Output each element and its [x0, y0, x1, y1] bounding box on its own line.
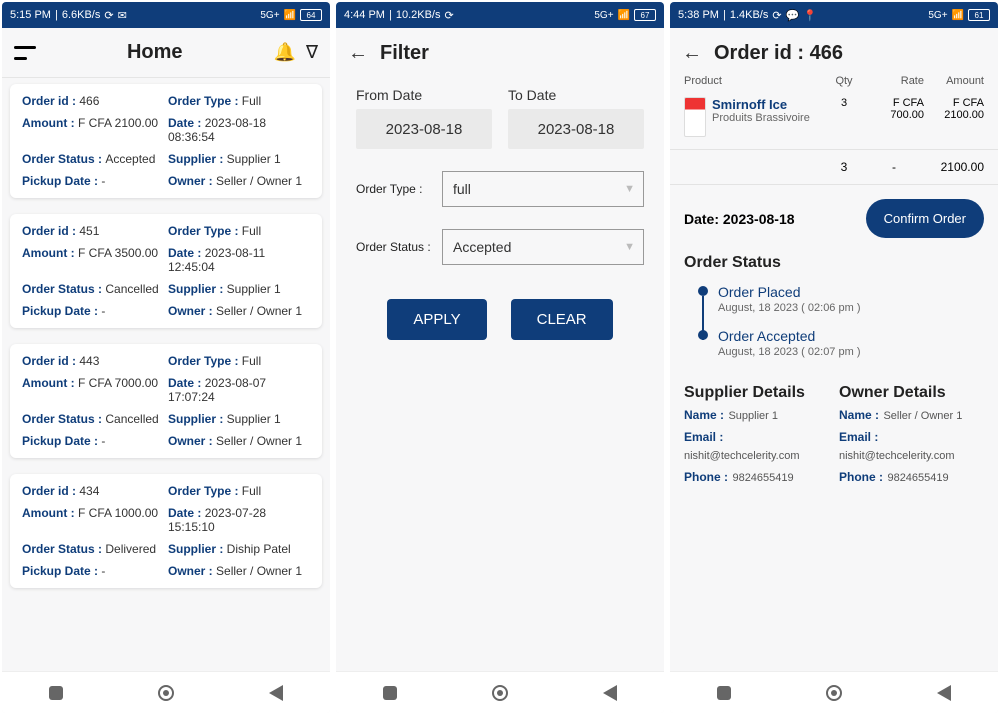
chevron-down-icon: ▼	[624, 183, 635, 195]
page-title: Order id : 466	[714, 42, 843, 65]
chevron-down-icon: ▼	[624, 241, 635, 253]
timeline-item: Order PlacedAugust, 18 2023 ( 02:06 pm )	[698, 280, 984, 324]
status-time: 5:38 PM	[678, 9, 719, 21]
order-date: Date: 2023-08-18	[684, 211, 795, 227]
confirm-order-button[interactable]: Confirm Order	[866, 199, 984, 238]
clear-button[interactable]: CLEAR	[511, 299, 613, 340]
order-card[interactable]: Order id : 451Order Type : FullAmount : …	[10, 214, 322, 328]
detail-screen: 5:38 PM | 1.4KB/s ⟳💬📍 5G+📶 61 ← Order id…	[670, 2, 998, 713]
filter-header: ← Filter	[336, 28, 664, 79]
detail-header: ← Order id : 466	[670, 28, 998, 75]
page-title: Filter	[380, 42, 429, 65]
totals-row: 3 - 2100.00	[670, 150, 998, 185]
battery-icon: 64	[300, 9, 322, 21]
battery-icon: 61	[968, 9, 990, 21]
order-type-label: Order Type :	[356, 182, 434, 196]
order-status-label: Order Status :	[356, 240, 434, 254]
product-name: Smirnoff Ice	[712, 97, 810, 112]
status-bar: 5:38 PM | 1.4KB/s ⟳💬📍 5G+📶 61	[670, 2, 998, 28]
order-status-select[interactable]: Accepted ▼	[442, 229, 644, 265]
timeline-item: Order AcceptedAugust, 18 2023 ( 02:07 pm…	[698, 324, 984, 368]
recent-apps-icon[interactable]	[49, 686, 63, 700]
recent-apps-icon[interactable]	[383, 686, 397, 700]
filter-icon[interactable]: ∇	[306, 42, 318, 63]
home-screen: 5:15 PM | 6.6KB/s ⟳✉ 5G+📶 64 Home 🔔 ∇ Or…	[2, 2, 330, 713]
order-card[interactable]: Order id : 466Order Type : FullAmount : …	[10, 84, 322, 198]
order-card[interactable]: Order id : 434Order Type : FullAmount : …	[10, 474, 322, 588]
order-list[interactable]: Order id : 466Order Type : FullAmount : …	[2, 78, 330, 713]
product-table-header: Product Qty Rate Amount	[670, 75, 998, 93]
owner-details-title: Owner Details	[839, 380, 984, 406]
home-icon[interactable]	[492, 685, 508, 701]
status-speed: 10.2KB/s	[396, 9, 441, 21]
status-bar: 4:44 PM | 10.2KB/s ⟳ 5G+📶 67	[336, 2, 664, 28]
apply-button[interactable]: APPLY	[387, 299, 486, 340]
android-nav	[336, 671, 664, 713]
back-icon[interactable]	[603, 685, 617, 701]
home-icon[interactable]	[158, 685, 174, 701]
product-image	[684, 97, 706, 137]
whatsapp-icon: ✉	[118, 9, 127, 22]
product-row: Smirnoff Ice Produits Brassivoire 3 F CF…	[670, 93, 998, 150]
android-nav	[2, 671, 330, 713]
status-time: 5:15 PM	[10, 9, 51, 21]
android-nav	[670, 671, 998, 713]
status-speed: 6.6KB/s	[62, 9, 101, 21]
order-type-select[interactable]: full ▼	[442, 171, 644, 207]
supplier-details-title: Supplier Details	[684, 380, 829, 406]
filter-screen: 4:44 PM | 10.2KB/s ⟳ 5G+📶 67 ← Filter Fr…	[336, 2, 664, 713]
status-time: 4:44 PM	[344, 9, 385, 21]
to-date-input[interactable]: 2023-08-18	[508, 109, 644, 149]
app-header: Home 🔔 ∇	[2, 28, 330, 78]
back-arrow-icon[interactable]: ←	[348, 42, 368, 65]
bell-icon[interactable]: 🔔	[274, 42, 296, 63]
from-date-input[interactable]: 2023-08-18	[356, 109, 492, 149]
to-date-label: To Date	[508, 87, 644, 103]
order-status-title: Order Status	[670, 246, 998, 276]
home-icon[interactable]	[826, 685, 842, 701]
page-title: Home	[46, 41, 264, 64]
back-icon[interactable]	[269, 685, 283, 701]
product-desc: Produits Brassivoire	[712, 112, 810, 124]
status-speed: 1.4KB/s	[730, 9, 769, 21]
status-timeline: Order PlacedAugust, 18 2023 ( 02:06 pm )…	[670, 276, 998, 376]
back-arrow-icon[interactable]: ←	[682, 42, 702, 65]
from-date-label: From Date	[356, 87, 492, 103]
recent-apps-icon[interactable]	[717, 686, 731, 700]
order-card[interactable]: Order id : 443Order Type : FullAmount : …	[10, 344, 322, 458]
menu-icon[interactable]	[14, 46, 36, 60]
status-bar: 5:15 PM | 6.6KB/s ⟳✉ 5G+📶 64	[2, 2, 330, 28]
back-icon[interactable]	[937, 685, 951, 701]
battery-icon: 67	[634, 9, 656, 21]
